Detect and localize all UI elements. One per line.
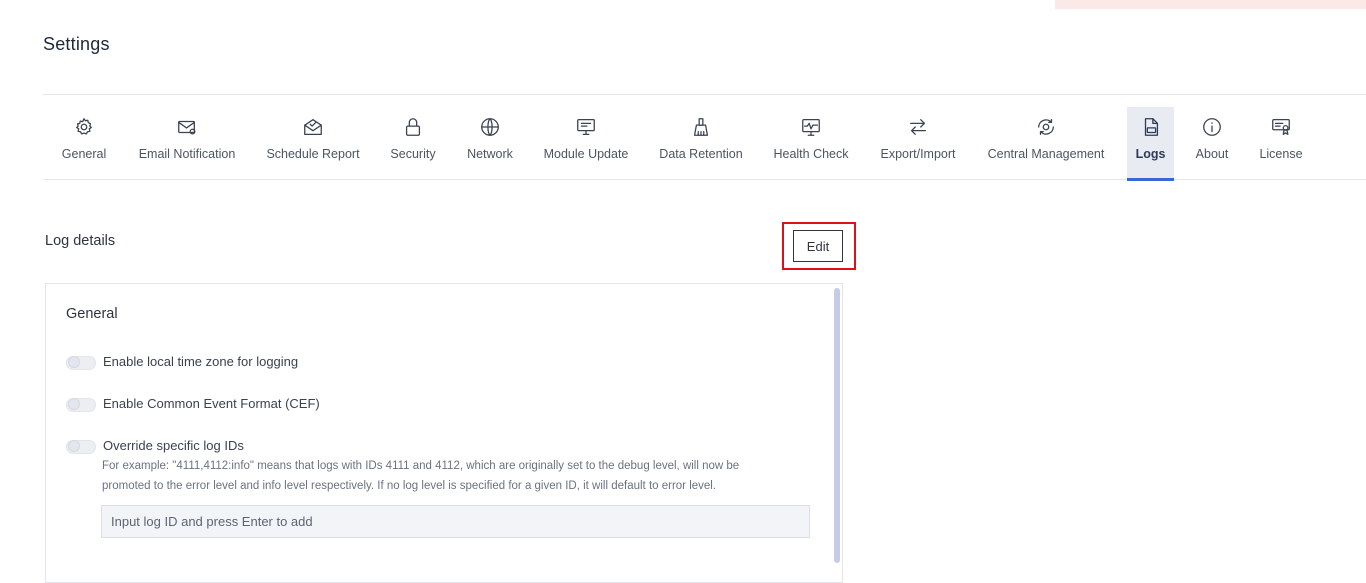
- tab-label: Network: [467, 147, 513, 161]
- toggle-knob: [68, 398, 80, 410]
- tab-license[interactable]: License: [1258, 107, 1304, 181]
- broom-icon: [689, 115, 713, 139]
- option-cef: Enable Common Event Format (CEF): [66, 396, 320, 412]
- option-label: Enable Common Event Format (CEF): [103, 396, 320, 411]
- lock-icon: [401, 115, 425, 139]
- settings-tabs: General Email Notification Schedule Repo…: [43, 94, 1366, 181]
- override-log-ids-toggle[interactable]: [66, 440, 96, 454]
- tab-label: Data Retention: [659, 147, 743, 161]
- option-override-log-ids: Override specific log IDs: [66, 438, 244, 454]
- tab-label: General: [61, 147, 107, 161]
- panel-scrollbar[interactable]: [834, 288, 840, 568]
- tab-export-import[interactable]: Export/Import: [879, 107, 957, 181]
- tab-label: Export/Import: [880, 147, 956, 161]
- tab-general[interactable]: General: [61, 107, 107, 181]
- mail-open-icon: [301, 115, 325, 139]
- general-section-title: General: [66, 306, 118, 322]
- tab-security[interactable]: Security: [389, 107, 437, 181]
- gear-icon: [72, 115, 96, 139]
- tab-label: Health Check: [773, 147, 849, 161]
- option-label: Enable local time zone for logging: [103, 354, 299, 369]
- tab-about[interactable]: About: [1193, 107, 1231, 181]
- tab-label: About: [1195, 147, 1229, 161]
- tab-module-update[interactable]: Module Update: [544, 107, 628, 181]
- heartbeat-monitor-icon: [799, 115, 823, 139]
- log-file-icon: [1139, 115, 1163, 139]
- toggle-knob: [68, 356, 80, 368]
- page-title: Settings: [43, 34, 110, 54]
- tab-email-notification[interactable]: Email Notification: [137, 107, 237, 181]
- log-id-input[interactable]: [101, 505, 810, 538]
- arrows-swap-icon: [906, 115, 930, 139]
- tab-label: Email Notification: [138, 147, 236, 161]
- tab-central-management[interactable]: Central Management: [987, 107, 1105, 181]
- toggle-knob: [68, 440, 80, 452]
- edit-button[interactable]: Edit: [793, 230, 843, 262]
- cef-toggle[interactable]: [66, 398, 96, 412]
- tab-schedule-report[interactable]: Schedule Report: [266, 107, 360, 181]
- tab-label: Module Update: [543, 147, 629, 161]
- tab-data-retention[interactable]: Data Retention: [659, 107, 743, 181]
- log-details-panel: General Enable local time zone for loggi…: [45, 283, 843, 583]
- certificate-icon: [1269, 115, 1293, 139]
- tab-label: Central Management: [987, 147, 1105, 161]
- central-management-icon: [1034, 115, 1058, 139]
- tab-label: Logs: [1135, 147, 1166, 161]
- globe-icon: [478, 115, 502, 139]
- monitor-update-icon: [574, 115, 598, 139]
- top-banner-strip: [1055, 0, 1366, 9]
- scrollbar-thumb[interactable]: [834, 288, 840, 563]
- info-icon: [1200, 115, 1224, 139]
- help-line: promoted to the error level and info lev…: [102, 480, 717, 492]
- tab-logs[interactable]: Logs: [1127, 107, 1174, 181]
- help-line: For example: "4111,4112:info" means that…: [102, 460, 740, 472]
- option-local-time-zone: Enable local time zone for logging: [66, 354, 298, 370]
- envelope-icon: [175, 115, 199, 139]
- tab-label: License: [1259, 147, 1303, 161]
- local-time-zone-toggle[interactable]: [66, 356, 96, 370]
- log-details-title: Log details: [45, 233, 116, 249]
- tab-network[interactable]: Network: [466, 107, 514, 181]
- option-label: Override specific log IDs: [103, 438, 244, 453]
- tab-health-check[interactable]: Health Check: [773, 107, 849, 181]
- tab-label: Security: [390, 147, 436, 161]
- tab-label: Schedule Report: [266, 147, 360, 161]
- override-help-text: For example: "4111,4112:info" means that…: [102, 456, 802, 496]
